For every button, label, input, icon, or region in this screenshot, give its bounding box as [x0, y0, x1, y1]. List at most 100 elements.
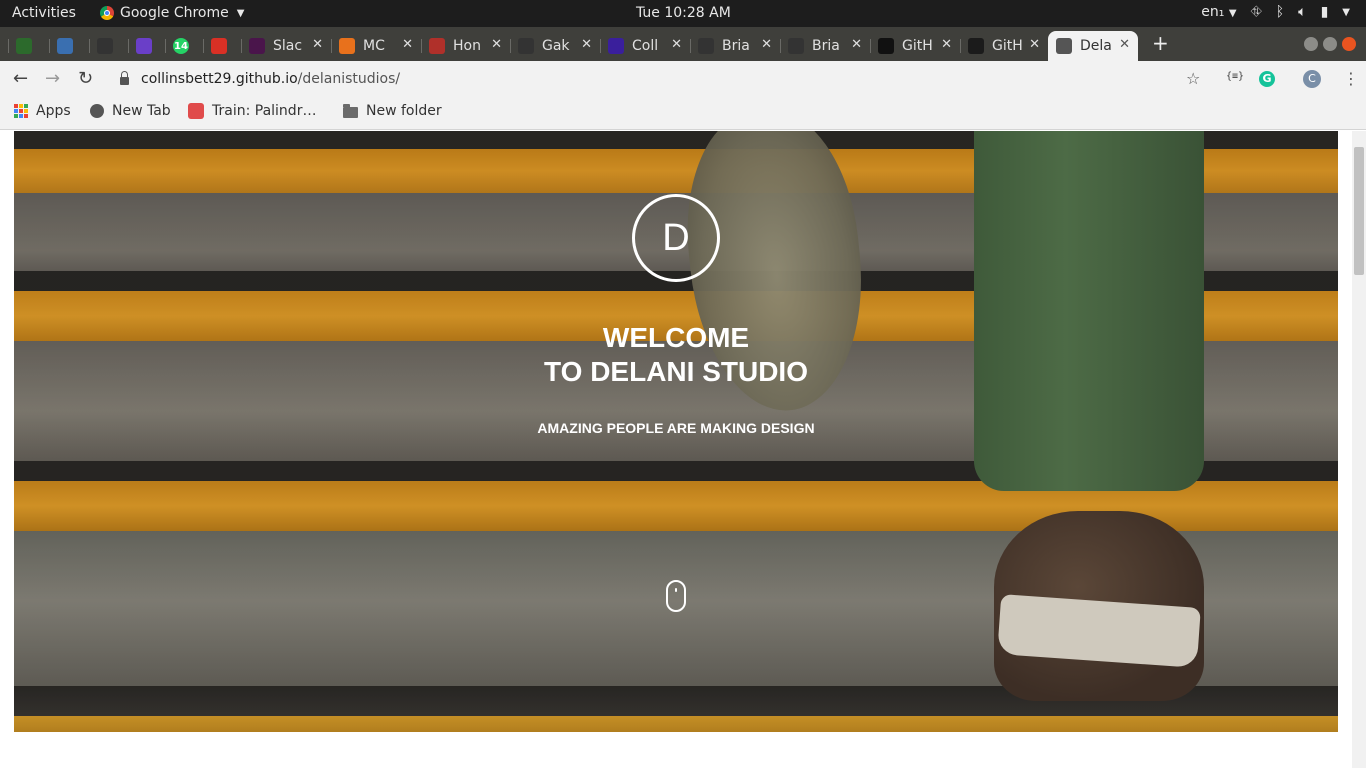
close-tab-icon[interactable]: ✕ — [491, 37, 502, 52]
tab-title: Slac — [273, 38, 303, 54]
maximize-button[interactable] — [1323, 37, 1337, 51]
browser-tab[interactable]: Gak ✕ — [510, 31, 600, 61]
system-top-bar: Activities Google Chrome ▼ Tue 10:28 AM … — [0, 0, 1366, 27]
network-icon[interactable]: ⛗ — [1251, 4, 1262, 20]
system-menu-caret-icon[interactable]: ▼ — [1342, 7, 1350, 18]
tab-title: Dela — [1080, 38, 1112, 54]
codepen-c-icon — [608, 38, 624, 54]
bluetooth-icon[interactable]: ᛒ — [1276, 4, 1284, 20]
globe-icon — [90, 104, 104, 118]
tab-title: MC — [363, 38, 385, 54]
github-icon — [788, 38, 804, 54]
browser-tab[interactable]: MC ✕ — [331, 31, 421, 61]
close-window-button[interactable] — [1342, 37, 1356, 51]
browser-tab[interactable]: Coll ✕ — [600, 31, 690, 61]
page-viewport: D WELCOME TO DELANI STUDIO AMAZING PEOPL… — [0, 131, 1366, 768]
bookmark-label: Apps — [36, 103, 71, 119]
back-arrow-icon[interactable]: ← — [13, 68, 28, 89]
slack-icon — [249, 38, 265, 54]
app-name: Google Chrome — [120, 5, 229, 21]
hero-title-line2: TO DELANI STUDIO — [544, 356, 808, 387]
tab-title: GitH — [902, 38, 933, 54]
close-tab-icon[interactable]: ✕ — [671, 37, 682, 52]
browser-toolbar: ← → ↻ collinsbett29.github.io/delanistud… — [0, 61, 1366, 98]
app-menu[interactable]: Google Chrome ▼ — [100, 5, 244, 21]
browser-tab[interactable]: Bria ✕ — [780, 31, 870, 61]
input-method-indicator[interactable]: en₁ ▼ — [1201, 4, 1236, 20]
caret-down-icon: ▼ — [236, 7, 245, 19]
reload-icon[interactable]: ↻ — [78, 68, 93, 89]
page-scrollbar[interactable] — [1352, 131, 1366, 768]
jira-icon — [16, 38, 32, 54]
tab-title: Bria — [722, 38, 750, 54]
hero-photo-leg — [974, 131, 1204, 491]
hon-icon — [429, 38, 445, 54]
folder-icon — [343, 103, 358, 118]
window-controls — [1304, 37, 1356, 51]
minimize-button[interactable] — [1304, 37, 1318, 51]
browser-tab[interactable]: Dela ✕ — [1048, 31, 1138, 61]
bookmark-label: New folder — [366, 103, 442, 119]
activities-button[interactable]: Activities — [12, 5, 76, 21]
url-path: /delanistudios/ — [297, 71, 401, 87]
tab-title: Coll — [632, 38, 659, 54]
github-icon — [97, 38, 113, 54]
close-tab-icon[interactable]: ✕ — [851, 37, 862, 52]
apps-grid-icon — [14, 104, 28, 118]
bookmark-train-palindrome[interactable]: Train: Palindr… — [188, 103, 316, 119]
tab-title: Hon — [453, 38, 481, 54]
chrome-menu-icon[interactable]: ⋮ — [1343, 69, 1359, 88]
browser-tab[interactable]: Bria ✕ — [690, 31, 780, 61]
close-tab-icon[interactable]: ✕ — [1119, 37, 1130, 52]
bookmarks-bar: Apps New Tab Train: Palindr… New folder — [0, 98, 1366, 130]
tab-title: GitH — [992, 38, 1023, 54]
json-formatter-extension-icon[interactable]: {≡} — [1226, 71, 1244, 82]
clock[interactable]: Tue 10:28 AM — [636, 5, 731, 21]
battery-icon[interactable]: ▮ — [1321, 4, 1329, 20]
lock-icon[interactable] — [120, 71, 129, 85]
grammarly-extension-icon[interactable]: G — [1259, 71, 1275, 87]
graduation-cap-icon — [136, 38, 152, 54]
hero-subtitle: AMAZING PEOPLE ARE MAKING DESIGN — [537, 420, 815, 436]
mc-icon — [339, 38, 355, 54]
profile-avatar[interactable]: C — [1303, 70, 1321, 88]
scrollbar-thumb[interactable] — [1354, 147, 1364, 275]
browser-tab[interactable] — [8, 31, 49, 61]
close-tab-icon[interactable]: ✕ — [402, 37, 413, 52]
bookmark-label: New Tab — [112, 103, 171, 119]
browser-tab[interactable]: GitH ✕ — [870, 31, 960, 61]
tab-title: Bria — [812, 38, 840, 54]
url-host: collinsbett29.github.io — [141, 71, 298, 87]
hero-title-line1: WELCOME — [602, 322, 750, 353]
new-tab-button[interactable]: + — [1152, 31, 1169, 55]
system-tray[interactable]: en₁ ▼ ⛗ ᛒ 🔈︎ ▮ ▼ — [1201, 4, 1350, 20]
tab-title: Gak — [542, 38, 570, 54]
browser-tab[interactable]: GitH ✕ — [960, 31, 1048, 61]
forward-arrow-icon[interactable]: → — [45, 68, 60, 89]
gmail-icon — [211, 38, 227, 54]
close-tab-icon[interactable]: ✕ — [312, 37, 323, 52]
hero-section: D WELCOME TO DELANI STUDIO AMAZING PEOPL… — [14, 131, 1338, 732]
bookmark-star-icon[interactable]: ☆ — [1186, 69, 1200, 88]
scroll-down-mouse-icon[interactable] — [666, 580, 686, 612]
close-tab-icon[interactable]: ✕ — [1029, 37, 1040, 52]
bookmark-apps[interactable]: Apps — [14, 103, 71, 119]
bookmark-new-tab[interactable]: New Tab — [90, 103, 171, 119]
close-tab-icon[interactable]: ✕ — [581, 37, 592, 52]
chart-icon — [57, 38, 73, 54]
close-tab-icon[interactable]: ✕ — [941, 37, 952, 52]
address-bar[interactable]: collinsbett29.github.io/delanistudios/ — [108, 64, 1214, 94]
browser-tab[interactable] — [89, 31, 128, 61]
volume-icon[interactable]: 🔈︎ — [1298, 4, 1306, 20]
browser-tab[interactable] — [128, 31, 165, 61]
browser-tab[interactable]: Slac ✕ — [241, 31, 331, 61]
browser-tab[interactable] — [49, 31, 89, 61]
browser-tab[interactable]: Hon ✕ — [421, 31, 510, 61]
browser-tab[interactable]: 14 — [165, 31, 203, 61]
train-icon — [188, 103, 204, 119]
bookmark-new-folder[interactable]: New folder — [343, 103, 442, 119]
hero-title: WELCOME TO DELANI STUDIO — [14, 321, 1338, 389]
browser-tab[interactable] — [203, 31, 241, 61]
close-tab-icon[interactable]: ✕ — [761, 37, 772, 52]
chrome-icon — [100, 6, 114, 20]
